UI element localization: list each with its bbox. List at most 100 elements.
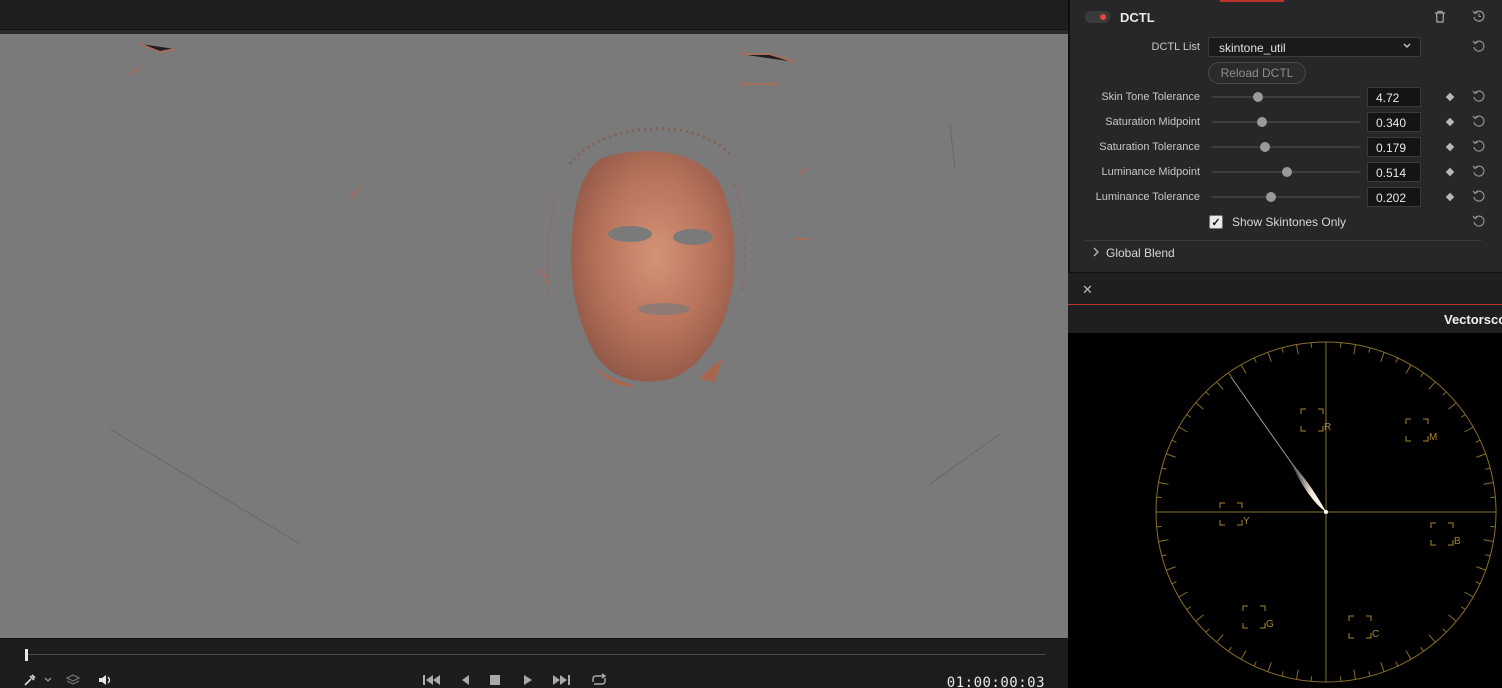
param-slider[interactable]: [1212, 89, 1360, 105]
param-value-input[interactable]: 0.340: [1367, 112, 1421, 132]
scope-tick: [1485, 467, 1491, 470]
scope-tick: [1178, 426, 1188, 433]
scope-tick: [1485, 554, 1491, 557]
scope-tick: [1216, 634, 1224, 643]
timecode-display: 01:00:00:03: [946, 675, 1045, 688]
chevron-down-icon[interactable]: [41, 672, 55, 688]
scope-tick: [1476, 453, 1486, 458]
reset-icon[interactable]: [1472, 89, 1488, 105]
scope-tick: [1186, 606, 1192, 610]
scope-tick: [1166, 453, 1176, 458]
scope-tick: [1475, 439, 1481, 443]
param-slider[interactable]: [1212, 114, 1360, 130]
scope-tick: [1448, 614, 1457, 622]
show-skintones-checkbox[interactable]: ✓: [1209, 215, 1223, 229]
scope-tick: [1460, 414, 1466, 418]
loop-icon[interactable]: [588, 672, 610, 688]
scope-tick: [1281, 347, 1284, 353]
scope-tick: [1253, 357, 1257, 363]
keyframe-icon[interactable]: [1443, 165, 1457, 179]
scrubber-track[interactable]: [26, 654, 1046, 655]
keyframe-icon[interactable]: [1443, 90, 1457, 104]
scope-tick: [1353, 669, 1357, 680]
target-label: C: [1372, 629, 1379, 640]
step-back-icon[interactable]: [457, 672, 473, 688]
dctl-list-value: skintone_util: [1219, 41, 1286, 55]
scope-tick: [1353, 344, 1357, 355]
close-icon[interactable]: ✕: [1082, 282, 1093, 298]
slider-knob[interactable]: [1260, 142, 1271, 152]
param-value-input[interactable]: 4.72: [1367, 87, 1421, 107]
scope-tick: [1483, 481, 1494, 485]
active-tab-indicator: [1220, 0, 1284, 2]
speaker-icon[interactable]: [96, 672, 116, 688]
slider-track: [1212, 196, 1360, 198]
scope-tick: [1395, 661, 1399, 667]
scope-tick: [1171, 439, 1177, 443]
viewer-top-bar: [0, 0, 1068, 34]
reload-dctl-button[interactable]: Reload DCTL: [1208, 62, 1306, 84]
param-label: Luminance Midpoint: [1101, 166, 1200, 178]
scope-tick: [1460, 606, 1466, 610]
scope-tick: [1171, 581, 1177, 585]
reset-icon[interactable]: [1472, 164, 1488, 180]
scope-tick: [1267, 662, 1272, 672]
scope-tick: [1161, 467, 1167, 470]
reset-icon[interactable]: [1472, 39, 1488, 55]
reset-all-icon[interactable]: [1471, 8, 1487, 24]
keyframe-icon[interactable]: [1443, 140, 1457, 154]
param-value-input[interactable]: 0.514: [1367, 162, 1421, 182]
scope-tick: [1178, 591, 1188, 598]
reset-icon[interactable]: [1472, 114, 1488, 130]
keyframe-icon[interactable]: [1443, 190, 1457, 204]
trash-icon[interactable]: [1432, 8, 1448, 24]
chevron-down-icon: [1402, 40, 1412, 54]
scope-tick: [1166, 566, 1176, 571]
param-value-input[interactable]: 0.202: [1367, 187, 1421, 207]
scope-tick: [1368, 347, 1371, 353]
scope-tick: [1464, 426, 1474, 433]
reset-icon[interactable]: [1472, 139, 1488, 155]
target-box-b: B: [1430, 522, 1461, 547]
reset-icon[interactable]: [1472, 214, 1488, 230]
scope-tick: [1428, 634, 1436, 643]
transport-bar: 01:00:00:03: [0, 638, 1068, 688]
reset-icon[interactable]: [1472, 189, 1488, 205]
layers-icon[interactable]: [63, 672, 83, 688]
param-value-input[interactable]: 0.179: [1367, 137, 1421, 157]
playhead[interactable]: [25, 649, 28, 661]
chevron-right-icon: [1092, 246, 1100, 260]
slider-knob[interactable]: [1282, 167, 1293, 177]
scope-tick: [1228, 372, 1232, 378]
keyframe-icon[interactable]: [1443, 115, 1457, 129]
slider-knob[interactable]: [1252, 92, 1263, 102]
param-slider[interactable]: [1212, 139, 1360, 155]
scope-tick: [1405, 650, 1412, 660]
scope-titlebar: Vectorscope: [1068, 305, 1502, 333]
slider-knob[interactable]: [1266, 192, 1277, 202]
scope-tick: [1428, 381, 1436, 390]
dctl-enable-toggle[interactable]: [1085, 11, 1110, 23]
eyedropper-icon[interactable]: [20, 672, 40, 688]
dctl-list-select[interactable]: skintone_util: [1208, 37, 1421, 57]
stop-icon[interactable]: [487, 672, 503, 688]
skip-forward-icon[interactable]: [549, 672, 573, 688]
play-icon[interactable]: [520, 672, 536, 688]
param-slider[interactable]: [1212, 189, 1360, 205]
param-slider[interactable]: [1212, 164, 1360, 180]
slider-knob[interactable]: [1257, 117, 1268, 127]
scope-tick: [1395, 357, 1399, 363]
skip-back-icon[interactable]: [421, 672, 443, 688]
scope-tick: [1448, 402, 1457, 410]
scope-toolbar: ✕: [1068, 272, 1502, 304]
param-label: Saturation Midpoint: [1105, 116, 1200, 128]
scope-tick: [1216, 381, 1224, 390]
scope-tick: [1475, 581, 1481, 585]
dctl-title: DCTL: [1120, 10, 1155, 25]
scope-tick: [1205, 628, 1210, 633]
video-viewer[interactable]: [0, 34, 1068, 638]
global-blend-section[interactable]: Global Blend: [1092, 246, 1175, 260]
scope-tick: [1380, 352, 1385, 362]
scope-tick: [1195, 402, 1204, 410]
scope-tick: [1420, 372, 1424, 378]
